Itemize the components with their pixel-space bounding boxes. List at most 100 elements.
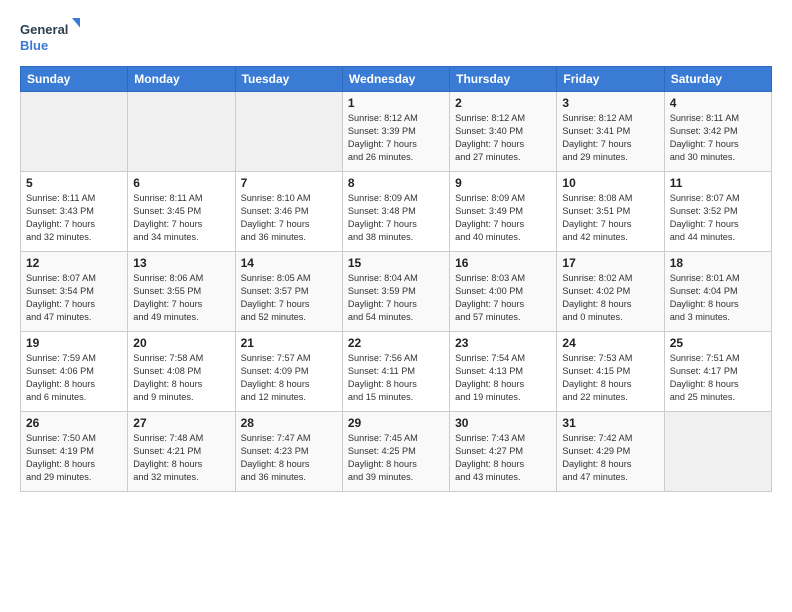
day-number: 25 (670, 336, 766, 350)
day-info: Sunrise: 8:05 AM Sunset: 3:57 PM Dayligh… (241, 272, 337, 324)
day-info: Sunrise: 7:43 AM Sunset: 4:27 PM Dayligh… (455, 432, 551, 484)
day-number: 22 (348, 336, 444, 350)
day-cell: 20 Sunrise: 7:58 AM Sunset: 4:08 PM Dayli… (128, 332, 235, 412)
day-info: Sunrise: 8:12 AM Sunset: 3:40 PM Dayligh… (455, 112, 551, 164)
day-cell: 31 Sunrise: 7:42 AM Sunset: 4:29 PM Dayli… (557, 412, 664, 492)
calendar-table: SundayMondayTuesdayWednesdayThursdayFrid… (20, 66, 772, 492)
header-row: SundayMondayTuesdayWednesdayThursdayFrid… (21, 67, 772, 92)
day-cell (235, 92, 342, 172)
day-cell: 19Sunrise: 7:59 AM Sunset: 4:06 PM Dayli… (21, 332, 128, 412)
day-info: Sunrise: 8:09 AM Sunset: 3:49 PM Dayligh… (455, 192, 551, 244)
day-number: 7 (241, 176, 337, 190)
day-number: 18 (670, 256, 766, 270)
day-cell: 27 Sunrise: 7:48 AM Sunset: 4:21 PM Dayli… (128, 412, 235, 492)
day-cell: 14 Sunrise: 8:05 AM Sunset: 3:57 PM Dayli… (235, 252, 342, 332)
page: General Blue SundayMondayTuesdayWednesda… (0, 0, 792, 612)
day-info: Sunrise: 8:09 AM Sunset: 3:48 PM Dayligh… (348, 192, 444, 244)
day-number: 4 (670, 96, 766, 110)
day-cell: 6Sunrise: 8:11 AM Sunset: 3:45 PM Daylig… (128, 172, 235, 252)
svg-text:Blue: Blue (20, 38, 48, 53)
day-cell: 1 Sunrise: 8:12 AM Sunset: 3:39 PM Daylig… (342, 92, 449, 172)
col-header-friday: Friday (557, 67, 664, 92)
day-number: 27 (133, 416, 229, 430)
logo: General Blue (20, 16, 80, 56)
day-number: 5 (26, 176, 122, 190)
col-header-tuesday: Tuesday (235, 67, 342, 92)
day-cell: 4 Sunrise: 8:11 AM Sunset: 3:42 PM Daylig… (664, 92, 771, 172)
day-info: Sunrise: 7:42 AM Sunset: 4:29 PM Dayligh… (562, 432, 658, 484)
day-info: Sunrise: 7:48 AM Sunset: 4:21 PM Dayligh… (133, 432, 229, 484)
day-number: 23 (455, 336, 551, 350)
logo-svg: General Blue (20, 16, 80, 56)
col-header-sunday: Sunday (21, 67, 128, 92)
day-cell: 24Sunrise: 7:53 AM Sunset: 4:15 PM Dayli… (557, 332, 664, 412)
day-info: Sunrise: 7:54 AM Sunset: 4:13 PM Dayligh… (455, 352, 551, 404)
day-number: 31 (562, 416, 658, 430)
day-number: 2 (455, 96, 551, 110)
day-info: Sunrise: 8:07 AM Sunset: 3:52 PM Dayligh… (670, 192, 766, 244)
day-number: 10 (562, 176, 658, 190)
col-header-wednesday: Wednesday (342, 67, 449, 92)
day-number: 16 (455, 256, 551, 270)
day-number: 6 (133, 176, 229, 190)
week-row-3: 12 Sunrise: 8:07 AM Sunset: 3:54 PM Dayli… (21, 252, 772, 332)
day-number: 29 (348, 416, 444, 430)
day-info: Sunrise: 8:03 AM Sunset: 4:00 PM Dayligh… (455, 272, 551, 324)
day-cell: 10 Sunrise: 8:08 AM Sunset: 3:51 PM Dayli… (557, 172, 664, 252)
day-cell: 23 Sunrise: 7:54 AM Sunset: 4:13 PM Dayli… (450, 332, 557, 412)
day-info: Sunrise: 8:12 AM Sunset: 3:41 PM Dayligh… (562, 112, 658, 164)
day-info: Sunrise: 7:56 AM Sunset: 4:11 PM Dayligh… (348, 352, 444, 404)
day-number: 20 (133, 336, 229, 350)
day-info: Sunrise: 8:08 AM Sunset: 3:51 PM Dayligh… (562, 192, 658, 244)
day-cell: 17Sunrise: 8:02 AM Sunset: 4:02 PM Dayli… (557, 252, 664, 332)
day-number: 12 (26, 256, 122, 270)
day-number: 30 (455, 416, 551, 430)
day-cell: 3 Sunrise: 8:12 AM Sunset: 3:41 PM Daylig… (557, 92, 664, 172)
day-info: Sunrise: 7:45 AM Sunset: 4:25 PM Dayligh… (348, 432, 444, 484)
day-number: 9 (455, 176, 551, 190)
day-number: 19 (26, 336, 122, 350)
day-cell: 13Sunrise: 8:06 AM Sunset: 3:55 PM Dayli… (128, 252, 235, 332)
day-info: Sunrise: 8:11 AM Sunset: 3:42 PM Dayligh… (670, 112, 766, 164)
day-number: 15 (348, 256, 444, 270)
day-number: 13 (133, 256, 229, 270)
day-number: 8 (348, 176, 444, 190)
day-number: 3 (562, 96, 658, 110)
day-cell: 28Sunrise: 7:47 AM Sunset: 4:23 PM Dayli… (235, 412, 342, 492)
day-cell: 7 Sunrise: 8:10 AM Sunset: 3:46 PM Daylig… (235, 172, 342, 252)
day-number: 1 (348, 96, 444, 110)
day-info: Sunrise: 8:01 AM Sunset: 4:04 PM Dayligh… (670, 272, 766, 324)
day-cell: 18 Sunrise: 8:01 AM Sunset: 4:04 PM Dayli… (664, 252, 771, 332)
day-info: Sunrise: 7:58 AM Sunset: 4:08 PM Dayligh… (133, 352, 229, 404)
day-info: Sunrise: 8:12 AM Sunset: 3:39 PM Dayligh… (348, 112, 444, 164)
day-info: Sunrise: 8:07 AM Sunset: 3:54 PM Dayligh… (26, 272, 122, 324)
day-cell: 11 Sunrise: 8:07 AM Sunset: 3:52 PM Dayli… (664, 172, 771, 252)
day-cell: 5Sunrise: 8:11 AM Sunset: 3:43 PM Daylig… (21, 172, 128, 252)
col-header-saturday: Saturday (664, 67, 771, 92)
day-cell: 29 Sunrise: 7:45 AM Sunset: 4:25 PM Dayli… (342, 412, 449, 492)
col-header-monday: Monday (128, 67, 235, 92)
day-cell: 15 Sunrise: 8:04 AM Sunset: 3:59 PM Dayli… (342, 252, 449, 332)
day-info: Sunrise: 7:51 AM Sunset: 4:17 PM Dayligh… (670, 352, 766, 404)
day-info: Sunrise: 7:57 AM Sunset: 4:09 PM Dayligh… (241, 352, 337, 404)
day-cell (21, 92, 128, 172)
day-cell (128, 92, 235, 172)
header: General Blue (20, 16, 772, 56)
day-number: 11 (670, 176, 766, 190)
week-row-5: 26 Sunrise: 7:50 AM Sunset: 4:19 PM Dayli… (21, 412, 772, 492)
day-cell (664, 412, 771, 492)
day-cell: 2 Sunrise: 8:12 AM Sunset: 3:40 PM Daylig… (450, 92, 557, 172)
day-cell: 16 Sunrise: 8:03 AM Sunset: 4:00 PM Dayli… (450, 252, 557, 332)
day-cell: 8 Sunrise: 8:09 AM Sunset: 3:48 PM Daylig… (342, 172, 449, 252)
day-number: 26 (26, 416, 122, 430)
week-row-2: 5Sunrise: 8:11 AM Sunset: 3:43 PM Daylig… (21, 172, 772, 252)
day-cell: 21Sunrise: 7:57 AM Sunset: 4:09 PM Dayli… (235, 332, 342, 412)
day-info: Sunrise: 8:04 AM Sunset: 3:59 PM Dayligh… (348, 272, 444, 324)
svg-text:General: General (20, 22, 68, 37)
day-info: Sunrise: 7:50 AM Sunset: 4:19 PM Dayligh… (26, 432, 122, 484)
day-info: Sunrise: 7:47 AM Sunset: 4:23 PM Dayligh… (241, 432, 337, 484)
day-info: Sunrise: 8:10 AM Sunset: 3:46 PM Dayligh… (241, 192, 337, 244)
day-number: 14 (241, 256, 337, 270)
week-row-4: 19Sunrise: 7:59 AM Sunset: 4:06 PM Dayli… (21, 332, 772, 412)
day-cell: 22 Sunrise: 7:56 AM Sunset: 4:11 PM Dayli… (342, 332, 449, 412)
